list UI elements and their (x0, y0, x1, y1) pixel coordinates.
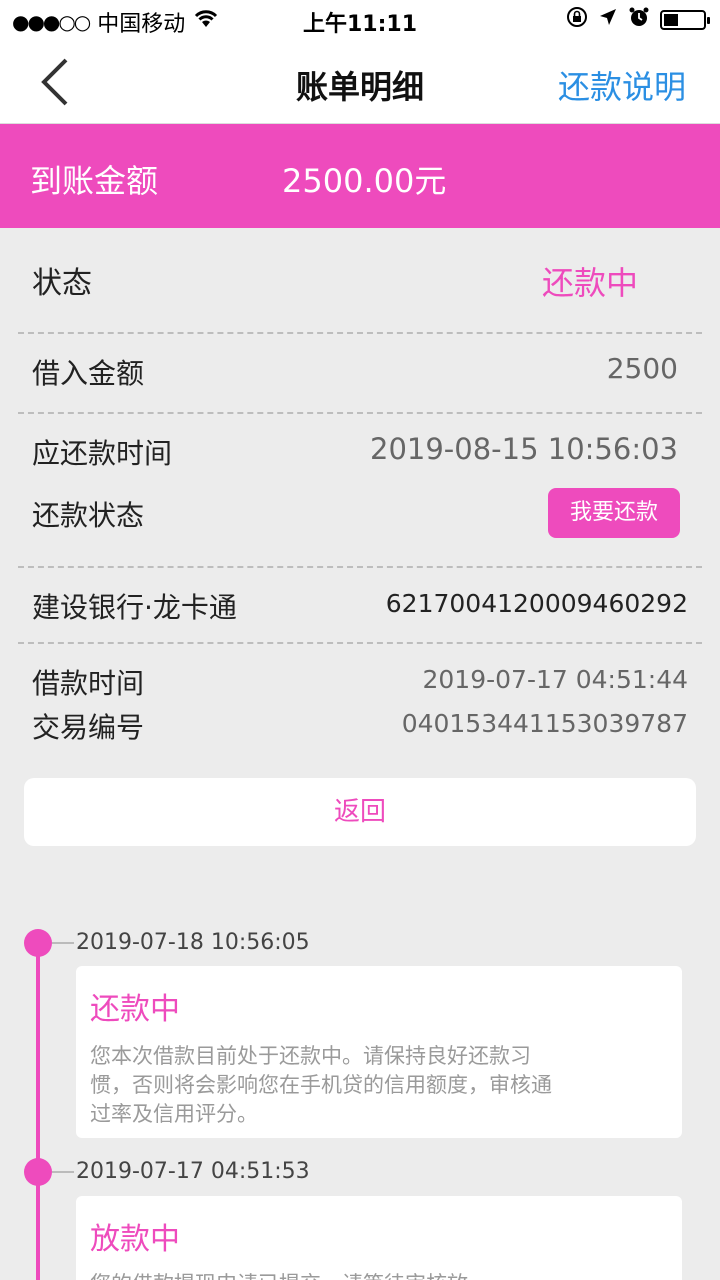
repay-status-label: 还款状态 (32, 499, 145, 532)
received-amount-label: 到账金额 (30, 162, 159, 200)
timeline-card-description: 您的借款提现申请已提交，请等待审核放 (90, 1270, 560, 1280)
timeline-dot (24, 1158, 52, 1186)
bank-card-row: 建设银行·龙卡通 6217004120009460292 (32, 586, 688, 626)
navigation-bar: 账单明细 还款说明 (0, 40, 720, 124)
repay-now-button[interactable]: 我要还款 (548, 488, 680, 538)
status-bar-right (566, 6, 710, 34)
status-row: 状态 还款中 (32, 258, 688, 302)
battery-icon (660, 10, 710, 30)
timeline-dot (24, 929, 52, 957)
loan-time-value: 2019-07-17 04:51:44 (422, 665, 688, 694)
orientation-lock-icon (566, 6, 588, 34)
timeline-card-title: 还款中 (90, 992, 180, 1027)
due-time-row: 应还款时间 2019-08-15 10:56:03 (32, 432, 688, 472)
divider (18, 412, 702, 414)
bank-label: 建设银行·龙卡通 (32, 591, 237, 624)
due-time-label: 应还款时间 (32, 437, 173, 470)
status-value: 还款中 (541, 264, 638, 302)
status-label: 状态 (32, 266, 92, 301)
timeline-line (36, 942, 40, 1280)
location-icon (598, 7, 618, 33)
timeline-time: 2019-07-17 04:51:53 (76, 1159, 310, 1184)
timeline-card: 放款中 您的借款提现申请已提交，请等待审核放 (76, 1196, 682, 1280)
trade-no-value: 040153441153039787 (401, 709, 688, 738)
bank-card-number: 6217004120009460292 (385, 589, 688, 618)
timeline-card-title: 放款中 (90, 1222, 180, 1257)
timeline-connector (52, 942, 74, 944)
due-time-value: 2019-08-15 10:56:03 (370, 432, 678, 466)
divider (18, 566, 702, 568)
alarm-icon (628, 6, 650, 34)
borrow-amount-label: 借入金额 (32, 357, 145, 390)
status-bar: ●●●○○ 中国移动 上午11:11 (0, 0, 720, 40)
divider (18, 332, 702, 334)
divider (18, 642, 702, 644)
repayment-instructions-link[interactable]: 还款说明 (558, 62, 686, 108)
timeline-time: 2019-07-18 10:56:05 (76, 930, 310, 955)
timeline-card: 还款中 您本次借款目前处于还款中。请保持良好还款习惯，否则将会影响您在手机贷的信… (76, 966, 682, 1138)
received-amount-value: 2500.00元 (282, 162, 447, 200)
received-amount-banner: 到账金额 2500.00元 (0, 124, 720, 228)
trade-no-row: 交易编号 040153441153039787 (32, 706, 688, 746)
loan-time-row: 借款时间 2019-07-17 04:51:44 (32, 662, 688, 702)
borrow-amount-value: 2500 (606, 352, 678, 385)
borrow-amount-row: 借入金额 2500 (32, 352, 688, 392)
trade-no-label: 交易编号 (32, 711, 145, 744)
loan-time-label: 借款时间 (32, 667, 145, 700)
timeline-connector (52, 1171, 74, 1173)
timeline-card-description: 您本次借款目前处于还款中。请保持良好还款习惯，否则将会影响您在手机贷的信用额度，… (90, 1044, 552, 1126)
return-button[interactable]: 返回 (24, 778, 696, 846)
